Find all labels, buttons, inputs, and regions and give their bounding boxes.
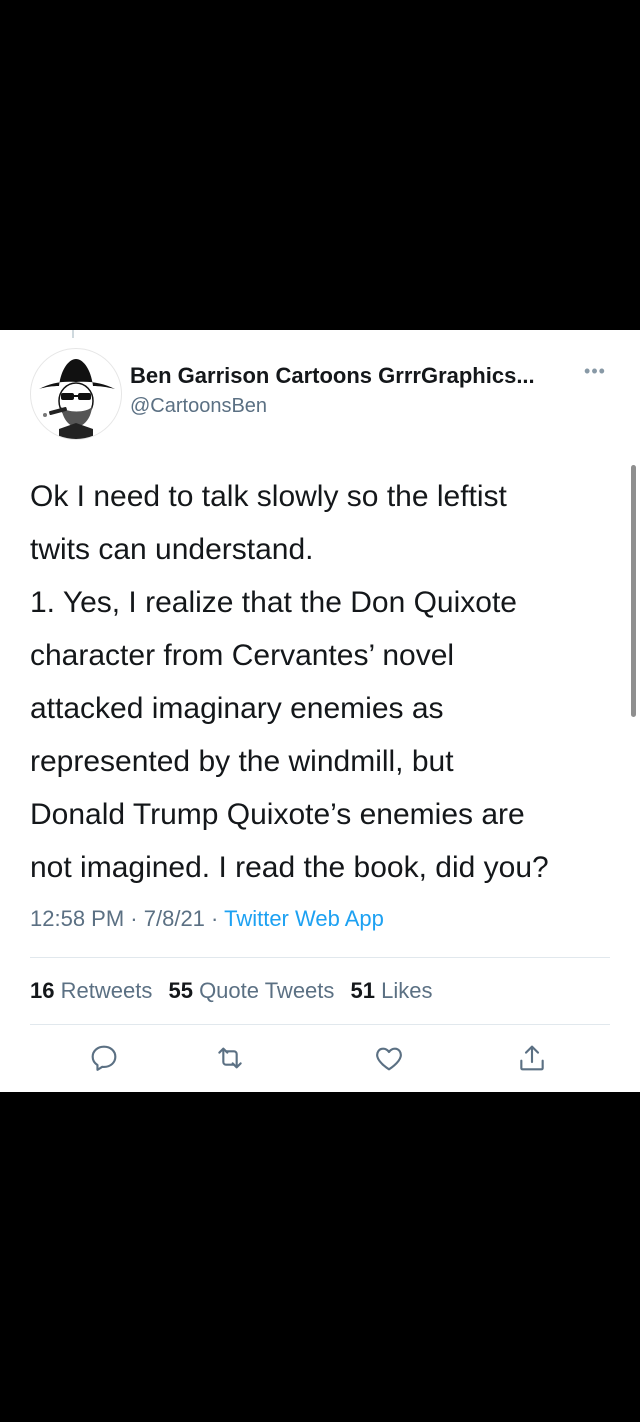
tweet-time[interactable]: 12:58 PM (30, 906, 124, 931)
quote-tweets-stat[interactable]: 55 Quote Tweets (168, 978, 334, 1003)
display-name[interactable]: Ben Garrison Cartoons GrrrGraphics... (130, 363, 535, 389)
like-button[interactable] (373, 1042, 405, 1074)
retweet-icon (218, 1047, 242, 1069)
tweet-text-line: character from Cervantes’ novel (30, 639, 455, 672)
like-icon (376, 1047, 402, 1071)
divider (30, 1024, 610, 1025)
tweet-meta: 12:58 PM · 7/8/21 · Twitter Web App (30, 906, 384, 932)
bottom-black-bar (0, 1092, 640, 1422)
meta-separator: · (130, 906, 138, 931)
tweet-text-line: Donald Trump Quixote’s enemies are (30, 798, 525, 831)
likes-label: Likes (381, 978, 433, 1003)
tweet-stats: 16 Retweets 55 Quote Tweets 51 Likes (30, 978, 443, 1004)
user-handle[interactable]: @CartoonsBen (130, 395, 267, 418)
tweet-text: Ok I need to talk slowly so the leftist … (30, 470, 620, 894)
quote-tweets-count: 55 (168, 978, 193, 1003)
tweet-text-line: Ok I need to talk slowly so the leftist (30, 480, 507, 513)
retweets-label: Retweets (60, 978, 153, 1003)
top-black-bar (0, 0, 640, 330)
avatar[interactable] (30, 348, 122, 440)
tweet-date[interactable]: 7/8/21 (144, 906, 205, 931)
tweet-text-line: not imagined. I read the book, did you? (30, 851, 549, 884)
retweets-stat[interactable]: 16 Retweets (30, 978, 152, 1003)
share-icon (520, 1045, 544, 1071)
likes-count: 51 (350, 978, 376, 1003)
likes-stat[interactable]: 51 Likes (351, 978, 433, 1003)
quote-tweets-label: Quote Tweets (199, 978, 335, 1003)
reply-button[interactable] (88, 1042, 120, 1074)
tweet-source-link[interactable]: Twitter Web App (224, 906, 384, 931)
tweet-text-line: twits can understand. (30, 533, 314, 566)
tweet-text-line: represented by the windmill, but (30, 745, 454, 778)
more-dots-icon[interactable]: ••• (580, 362, 610, 384)
tweet-text-line: attacked imaginary enemies as (30, 692, 444, 725)
share-button[interactable] (516, 1042, 548, 1074)
tweet-text-line: 1. Yes, I realize that the Don Quixote (30, 586, 517, 619)
retweets-count: 16 (30, 978, 55, 1003)
scroll-indicator[interactable] (631, 465, 636, 717)
divider (30, 957, 610, 958)
retweet-button[interactable] (214, 1042, 246, 1074)
thread-line (72, 330, 74, 338)
tweet-card: Ben Garrison Cartoons GrrrGraphics... ••… (0, 330, 640, 1092)
meta-separator: · (211, 906, 219, 931)
reply-icon (91, 1045, 117, 1071)
avatar-cartoon-icon (39, 359, 115, 439)
